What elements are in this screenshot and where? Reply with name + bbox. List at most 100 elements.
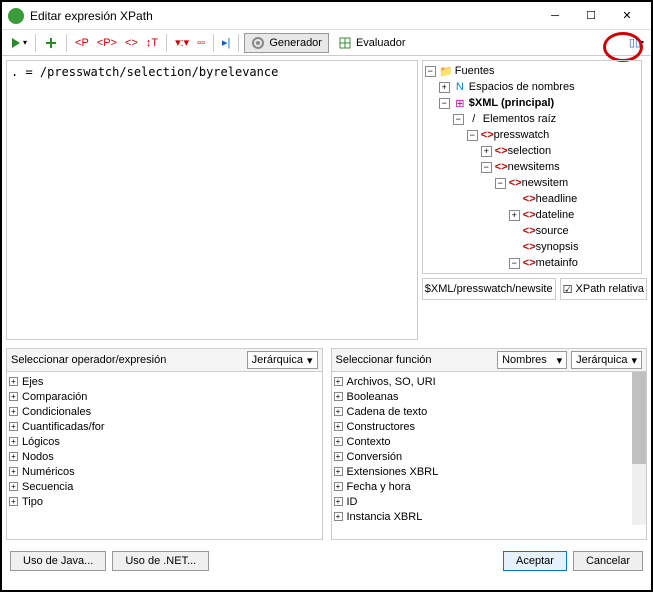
expand-toggle[interactable]: + (334, 407, 343, 416)
list-item[interactable]: Numéricos (22, 466, 75, 478)
tree-node-newsitem[interactable]: newsitem (522, 177, 568, 189)
expand-toggle[interactable]: + (334, 392, 343, 401)
expand-toggle[interactable]: + (9, 422, 18, 431)
tree-node-synopsis[interactable]: synopsis (536, 241, 579, 253)
xpath-tool-4[interactable]: ↕T (143, 35, 161, 51)
list-item[interactable]: Cadena de texto (347, 406, 428, 418)
tree-node-xml[interactable]: $XML (principal) (469, 97, 554, 109)
list-item[interactable]: Conversión (347, 451, 403, 463)
close-button[interactable]: ✕ (609, 3, 645, 29)
panel-toggle-button[interactable]: ▯▯⬝ (626, 34, 647, 51)
expand-toggle[interactable]: + (334, 437, 343, 446)
expand-toggle[interactable]: + (9, 467, 18, 476)
xpath-tool-1[interactable]: <P (72, 35, 92, 51)
tree-node-dateline[interactable]: dateline (536, 209, 575, 221)
functions-list[interactable]: + Archivos, SO, URI + Booleanas + Cadena de… (332, 372, 647, 539)
tree-node-selection[interactable]: selection (508, 145, 551, 157)
tab-evaluator[interactable]: Evaluador (331, 33, 413, 53)
main-area: . = /presswatch/selection/byrelevance −📁… (2, 56, 651, 344)
list-item[interactable]: Condicionales (22, 406, 91, 418)
expand-toggle[interactable]: + (9, 377, 18, 386)
expand-toggle[interactable]: + (481, 146, 492, 157)
tree-node-headline[interactable]: headline (536, 193, 578, 205)
maximize-button[interactable]: ☐ (573, 3, 609, 29)
expand-toggle[interactable]: − (439, 98, 450, 109)
expand-toggle[interactable]: − (453, 114, 464, 125)
list-item[interactable]: ID (347, 496, 358, 508)
scrollbar-thumb[interactable] (632, 372, 646, 464)
xpath-tool-3[interactable]: <> (122, 35, 141, 51)
list-item[interactable]: Fecha y hora (347, 481, 411, 493)
run-button[interactable]: ▾ (6, 34, 30, 52)
list-item[interactable]: Booleanas (347, 391, 399, 403)
tab-generator[interactable]: Generador (244, 33, 329, 53)
expand-toggle[interactable]: + (334, 377, 343, 386)
tree-node-roots[interactable]: Elementos raíz (483, 113, 556, 125)
footer: Uso de Java... Uso de .NET... Aceptar Ca… (2, 544, 651, 578)
list-item[interactable]: Lógicos (22, 436, 60, 448)
expand-toggle[interactable]: + (9, 407, 18, 416)
tree-node-newsitems[interactable]: newsitems (508, 161, 560, 173)
cancel-button[interactable]: Cancelar (573, 551, 643, 571)
functions-header-label: Seleccionar función (336, 354, 498, 366)
filter-tool-1[interactable]: ▾:▾ (172, 34, 192, 51)
mode-button[interactable] (41, 34, 61, 52)
operators-header: Seleccionar operador/expresión Jerárquic… (7, 349, 322, 372)
list-item[interactable]: Tipo (22, 496, 43, 508)
net-usage-button[interactable]: Uso de .NET... (112, 551, 209, 571)
scrollbar[interactable] (632, 372, 646, 525)
expand-toggle[interactable]: − (509, 258, 520, 269)
expand-toggle[interactable]: + (334, 422, 343, 431)
list-item[interactable]: Secuencia (22, 481, 73, 493)
toolbar: ▾ <P <P> <> ↕T ▾:▾ ▫▫ ▸| Generador Evalu… (2, 30, 651, 56)
expand-toggle[interactable]: + (9, 392, 18, 401)
expand-toggle[interactable]: + (9, 497, 18, 506)
accept-button[interactable]: Aceptar (503, 551, 567, 571)
java-usage-button[interactable]: Uso de Java... (10, 551, 106, 571)
expand-toggle[interactable]: + (334, 482, 343, 491)
expand-toggle[interactable]: + (334, 452, 343, 461)
list-item[interactable]: Constructores (347, 421, 415, 433)
expand-toggle[interactable]: + (509, 210, 520, 221)
expand-toggle[interactable]: − (467, 130, 478, 141)
xpath-tool-2[interactable]: <P> (94, 35, 120, 51)
tree-node-source[interactable]: source (536, 225, 569, 237)
list-item[interactable]: Instancia XBRL (347, 511, 423, 523)
xpath-editor[interactable]: . = /presswatch/selection/byrelevance (6, 60, 418, 340)
list-item[interactable]: Extensiones XBRL (347, 466, 439, 478)
list-item[interactable]: Nodos (22, 451, 54, 463)
expand-toggle[interactable]: + (9, 437, 18, 446)
expand-toggle[interactable]: + (334, 512, 343, 521)
operators-view-combo[interactable]: Jerárquica▾ (247, 351, 318, 369)
filter-tool-2[interactable]: ▫▫ (194, 35, 208, 51)
list-item[interactable]: Archivos, SO, URI (347, 376, 436, 388)
expand-toggle[interactable]: + (9, 482, 18, 491)
list-item[interactable]: Comparación (22, 391, 87, 403)
gear-icon (251, 36, 265, 50)
functions-names-combo[interactable]: Nombres▾ (497, 351, 567, 369)
list-item[interactable]: Cuantificadas/for (22, 421, 105, 433)
separator (238, 34, 239, 52)
relative-label: XPath relativa (576, 283, 644, 295)
operators-list[interactable]: + Ejes + Comparación + Condicionales + Cuant… (7, 372, 322, 539)
functions-view-combo[interactable]: Jerárquica▾ (571, 351, 642, 369)
operators-header-label: Seleccionar operador/expresión (11, 354, 247, 366)
expand-toggle[interactable]: + (9, 452, 18, 461)
step-button[interactable]: ▸| (219, 34, 233, 51)
minimize-button[interactable]: ─ (537, 3, 573, 29)
element-icon: <> (495, 145, 508, 157)
expand-toggle[interactable]: + (334, 497, 343, 506)
relative-xpath-checkbox[interactable]: ☑ XPath relativa (560, 278, 647, 300)
tree-node-presswatch[interactable]: presswatch (494, 129, 550, 141)
tree-node-metainfo[interactable]: metainfo (536, 257, 578, 269)
list-item[interactable]: Contexto (347, 436, 391, 448)
expand-toggle[interactable]: + (334, 467, 343, 476)
sources-tree[interactable]: −📁Fuentes +NEspacios de nombres −⊞$XML (… (422, 60, 642, 274)
tree-node-namespaces[interactable]: Espacios de nombres (469, 81, 575, 93)
expand-toggle[interactable]: − (481, 162, 492, 173)
expand-toggle[interactable]: − (495, 178, 506, 189)
tree-node-fuentes[interactable]: Fuentes (455, 65, 495, 77)
expand-toggle[interactable]: + (439, 82, 450, 93)
expand-toggle[interactable]: − (425, 66, 436, 77)
list-item[interactable]: Ejes (22, 376, 43, 388)
